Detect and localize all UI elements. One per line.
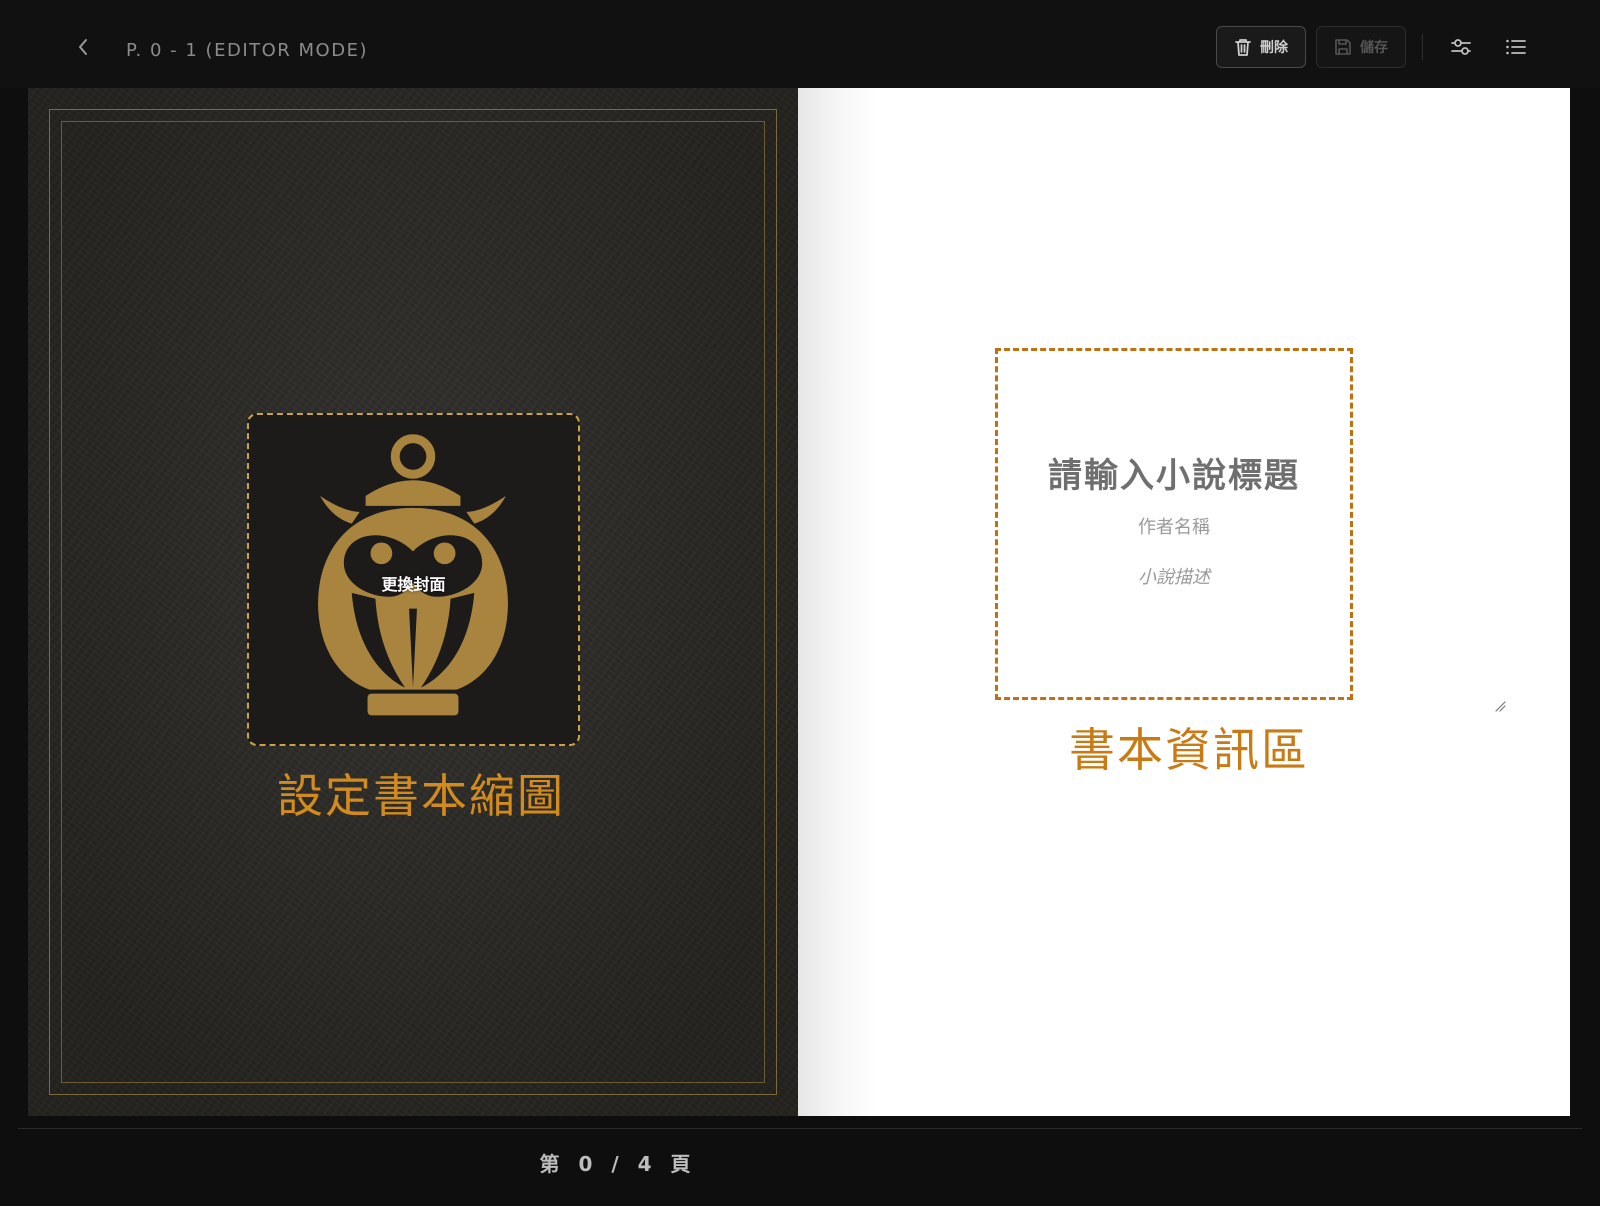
sliders-icon xyxy=(1451,39,1471,55)
top-bar: P. 0 - 1 (EDITOR MODE) 刪除 儲存 xyxy=(0,0,1600,88)
page-indicator: P. 0 - 1 (EDITOR MODE) xyxy=(126,40,368,61)
page-counter: 第 0 / 4 頁 xyxy=(539,1152,697,1176)
delete-button[interactable]: 刪除 xyxy=(1216,26,1306,68)
chevron-left-icon xyxy=(79,39,87,55)
book-info-area: 請輸入小說標題 作者名稱 小說描述 xyxy=(995,348,1353,700)
book-spread: 更換封面 設定書本縮圖 請輸入小說標題 作者名稱 小說描述 書本資訊區 xyxy=(28,88,1570,1116)
book-info-page: 請輸入小說標題 作者名稱 小說描述 書本資訊區 xyxy=(798,88,1570,1116)
novel-title-input[interactable]: 請輸入小說標題 xyxy=(998,448,1350,497)
floppy-disk-icon xyxy=(1335,39,1351,55)
save-button[interactable]: 儲存 xyxy=(1316,26,1406,68)
delete-label: 刪除 xyxy=(1260,40,1288,56)
footer-divider xyxy=(18,1128,1582,1129)
change-cover-label: 更換封面 xyxy=(381,574,446,594)
cover-image-upload[interactable]: 更換封面 xyxy=(247,413,580,746)
settings-button[interactable] xyxy=(1444,30,1478,64)
resize-handle-icon[interactable] xyxy=(1494,700,1506,712)
book-cover-page: 更換封面 設定書本縮圖 xyxy=(28,88,798,1116)
toolbar-divider xyxy=(1422,34,1423,60)
book-info-annotation: 書本資訊區 xyxy=(1069,723,1309,777)
author-name-input[interactable]: 作者名稱 xyxy=(998,513,1350,539)
back-button[interactable] xyxy=(70,30,96,64)
chapter-list-button[interactable] xyxy=(1499,30,1533,64)
list-icon xyxy=(1506,39,1526,55)
novel-description-input[interactable]: 小說描述 xyxy=(998,563,1350,589)
trash-icon xyxy=(1235,39,1251,56)
save-label: 儲存 xyxy=(1360,40,1388,56)
cover-thumbnail-annotation: 設定書本縮圖 xyxy=(277,769,565,823)
